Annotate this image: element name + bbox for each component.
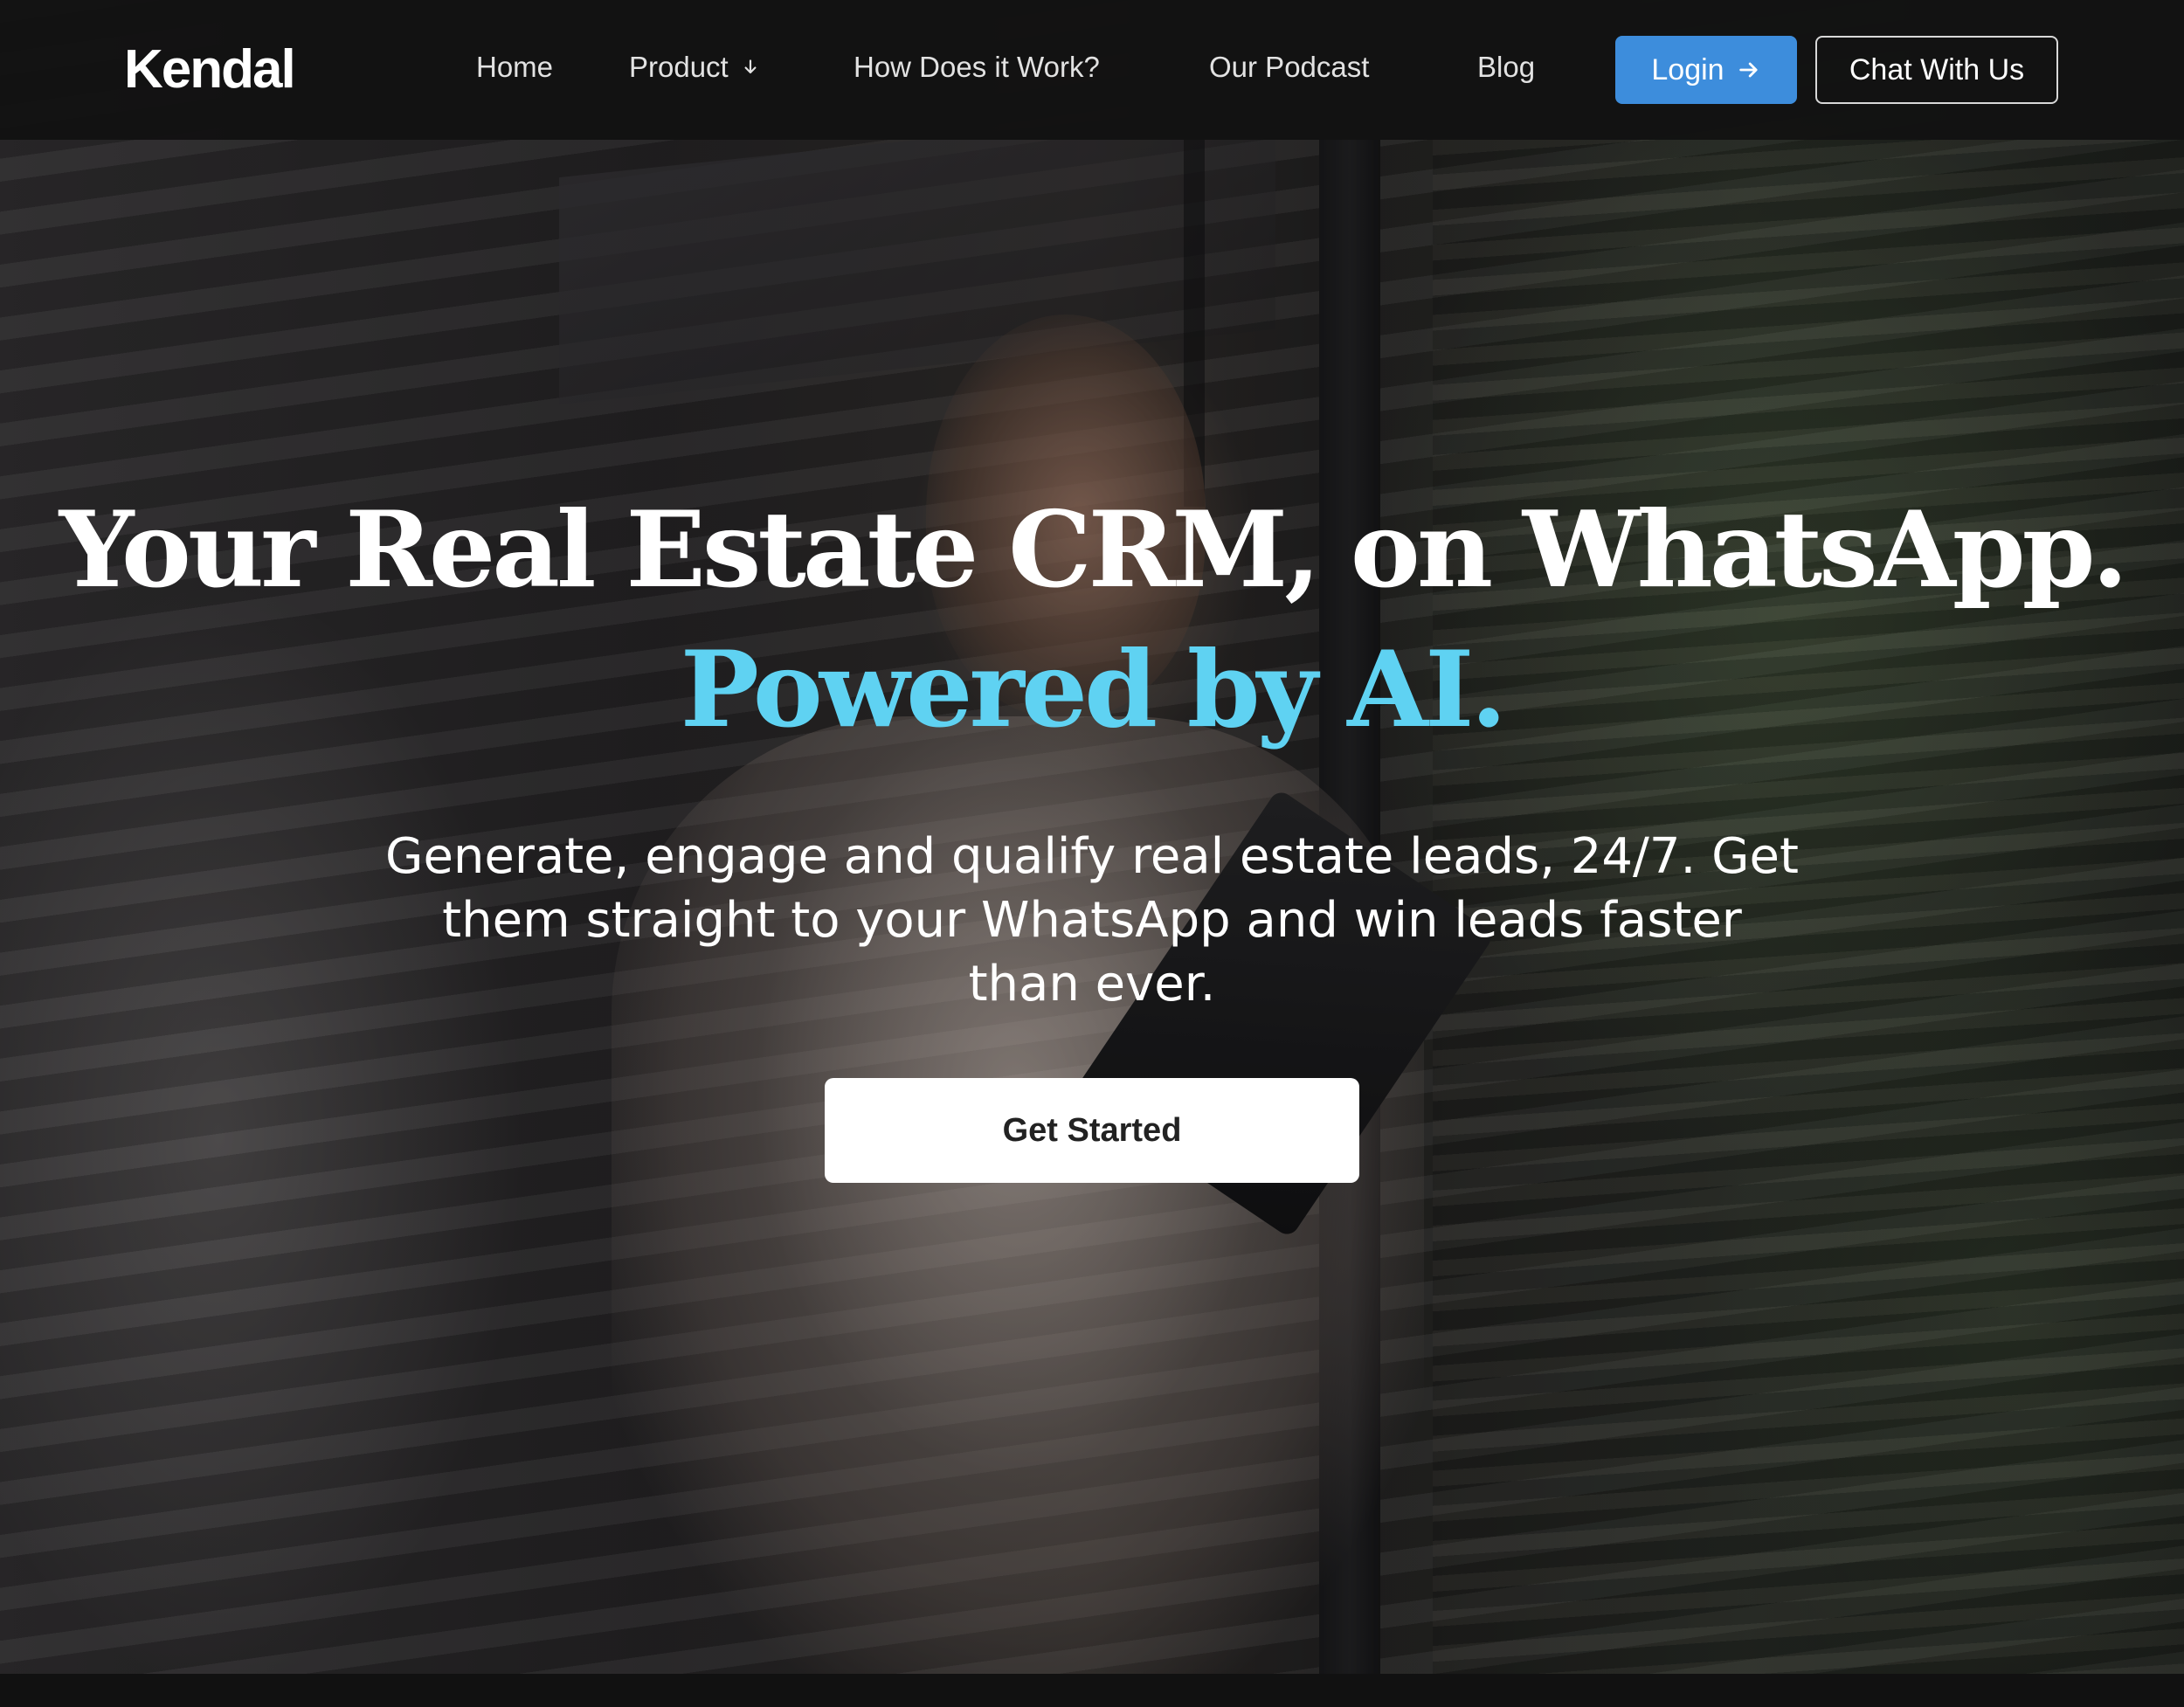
nav-link-label: How Does it Work?: [854, 51, 1100, 83]
hero-subtext: Generate, engage and qualify real estate…: [385, 828, 1799, 1012]
nav-link-label: Product: [629, 51, 729, 83]
get-started-label: Get Started: [1002, 1111, 1182, 1149]
hero-headline-accent: Powered by AI.: [680, 628, 1507, 751]
nav-link-label: Our Podcast: [1209, 51, 1370, 83]
chat-with-us-button[interactable]: Chat With Us: [1815, 36, 2058, 104]
nav-link-product[interactable]: Product: [629, 51, 762, 84]
arrow-right-icon: [1738, 62, 1758, 78]
nav-link-label: Home: [476, 51, 554, 83]
nav-link-podcast[interactable]: Our Podcast: [1209, 51, 1369, 84]
get-started-button[interactable]: Get Started: [825, 1078, 1359, 1183]
nav-link-home[interactable]: Home: [476, 51, 553, 84]
chat-button-label: Chat With Us: [1849, 52, 2025, 86]
nav-link-how-it-works[interactable]: How Does it Work?: [854, 51, 1100, 84]
hero-headline: Your Real Estate CRM, on WhatsApp.: [59, 488, 2129, 612]
chevron-down-icon: [744, 59, 757, 74]
nav-link-blog[interactable]: Blog: [1477, 51, 1535, 84]
top-navigation: Kendal Home Product How Does it Work? Ou…: [0, 0, 2184, 140]
login-button-label: Login: [1651, 52, 1724, 86]
login-button[interactable]: Login: [1615, 36, 1797, 104]
nav-link-label: Blog: [1477, 51, 1536, 83]
brand-logo[interactable]: Kendal: [124, 38, 296, 100]
page-bottom-strip: [0, 1674, 2184, 1707]
